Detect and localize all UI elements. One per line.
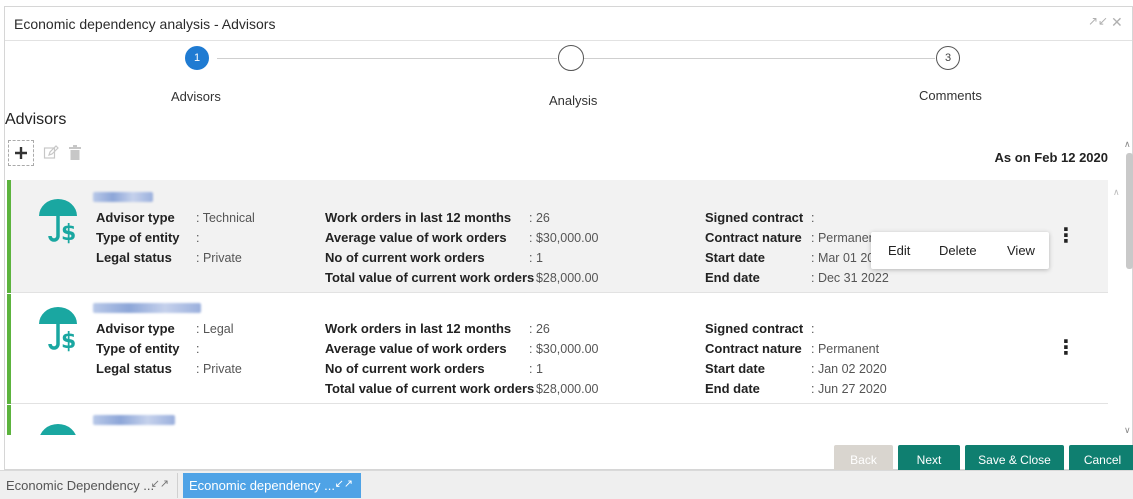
value-current-orders: : 1 (529, 251, 543, 265)
value-contract-nature: : Permanen (811, 231, 876, 245)
value-total-value: : $28,000.00 (529, 271, 599, 285)
label-current-orders: No of current work orders (325, 361, 485, 376)
expand-icon[interactable]: ↙↗ (335, 477, 353, 490)
label-total-value: Total value of current work orders (325, 381, 535, 396)
label-contract-nature: Contract nature (705, 230, 802, 245)
value-advisor-type: : Technical (196, 211, 255, 225)
taskbar-item-economic-dependency-active[interactable]: Economic dependency ... ↙↗ (183, 473, 361, 498)
label-advisor-type: Advisor type (96, 210, 175, 225)
value-start-date: : Mar 01 20 (811, 251, 875, 265)
plus-icon (15, 147, 27, 159)
scroll-up-icon[interactable]: ∧ (1124, 139, 1131, 150)
label-contract-nature: Contract nature (705, 341, 802, 356)
svg-text:$: $ (61, 221, 76, 244)
step-1-label: Advisors (171, 89, 221, 104)
label-avg-value: Average value of work orders (325, 341, 507, 356)
advisor-umbrella-icon: $ (39, 199, 77, 244)
advisor-umbrella-icon: $ (39, 307, 77, 352)
advisor-umbrella-icon (40, 424, 76, 435)
divider (11, 403, 1108, 404)
stepper: 1 3 Advisors Analysis Comments (5, 45, 1132, 108)
step-3-circle[interactable]: 3 (936, 46, 960, 70)
context-menu-edit[interactable]: Edit (888, 243, 910, 258)
step-3-label: Comments (919, 88, 982, 103)
value-signed-contract: : (811, 322, 815, 336)
step-1-circle[interactable]: 1 (185, 46, 209, 70)
label-total-value: Total value of current work orders (325, 270, 535, 285)
value-type-of-entity: : (196, 342, 200, 356)
close-icon[interactable]: ✕ (1111, 14, 1123, 31)
step-connector (583, 58, 935, 59)
taskbar: Economic Dependency ... ↙↗ Economic depe… (0, 470, 1133, 499)
advisor-name-redacted (93, 192, 153, 202)
delete-button[interactable] (62, 140, 88, 166)
context-menu-delete[interactable]: Delete (939, 243, 977, 258)
advisor-card[interactable]: $ Advisor type : Legal Type of entity : … (7, 294, 1108, 404)
context-menu-view[interactable]: View (1007, 243, 1035, 258)
value-advisor-type: : Legal (196, 322, 234, 336)
label-legal-status: Legal status (96, 250, 172, 265)
value-end-date: : Jun 27 2020 (811, 382, 887, 396)
edit-button[interactable] (38, 140, 64, 166)
step-connector (217, 58, 557, 59)
value-work-orders: : 26 (529, 211, 550, 225)
add-button[interactable] (8, 140, 34, 166)
value-start-date: : Jan 02 2020 (811, 362, 887, 376)
label-end-date: End date (705, 270, 760, 285)
value-signed-contract: : (811, 211, 815, 225)
label-end-date: End date (705, 381, 760, 396)
trash-icon (69, 145, 81, 160)
more-options-icon[interactable]: ⋮ (1056, 338, 1076, 358)
inner-scroll-up-icon[interactable]: ∧ (1113, 187, 1120, 198)
scroll-thumb[interactable] (1126, 153, 1133, 269)
expand-icon[interactable]: ↙↗ (151, 477, 169, 490)
advisor-list: $ Advisor type : Technical Type of entit… (7, 180, 1108, 435)
label-signed-contract: Signed contract (705, 321, 804, 336)
label-advisor-type: Advisor type (96, 321, 175, 336)
advisor-name-redacted (93, 415, 175, 425)
taskbar-item-label: Economic dependency ... (189, 478, 335, 493)
value-avg-value: : $30,000.00 (529, 342, 599, 356)
step-2-circle[interactable] (558, 45, 584, 71)
vertical-scrollbar[interactable]: ∧ ∨ (1123, 139, 1133, 439)
section-title: Advisors (5, 111, 67, 128)
more-options-icon[interactable]: ⋮ (1056, 226, 1076, 246)
svg-text:$: $ (61, 329, 76, 352)
as-on-date: As on Feb 12 2020 (994, 150, 1108, 165)
divider (11, 292, 1108, 293)
taskbar-item-economic-dependency[interactable]: Economic Dependency ... ↙↗ (0, 473, 178, 498)
step-2-label: Analysis (549, 93, 598, 108)
label-work-orders: Work orders in last 12 months (325, 210, 512, 225)
context-menu: Edit Delete View (871, 232, 1049, 269)
collapse-arrows-icon[interactable]: ↗↙ (1088, 14, 1108, 28)
label-signed-contract: Signed contract (705, 210, 804, 225)
taskbar-item-label: Economic Dependency ... (6, 478, 155, 493)
label-type-of-entity: Type of entity (96, 230, 180, 245)
advisor-name-redacted (93, 303, 201, 313)
scroll-down-icon[interactable]: ∨ (1124, 425, 1131, 436)
value-end-date: : Dec 31 2022 (811, 271, 889, 285)
window-title: Economic dependency analysis - Advisors (14, 16, 276, 32)
value-work-orders: : 26 (529, 322, 550, 336)
label-type-of-entity: Type of entity (96, 341, 180, 356)
label-legal-status: Legal status (96, 361, 172, 376)
value-total-value: : $28,000.00 (529, 382, 599, 396)
value-legal-status: : Private (196, 362, 242, 376)
value-contract-nature: : Permanent (811, 342, 880, 356)
label-avg-value: Average value of work orders (325, 230, 507, 245)
value-legal-status: : Private (196, 251, 242, 265)
title-bar: Economic dependency analysis - Advisors … (5, 7, 1132, 41)
label-work-orders: Work orders in last 12 months (325, 321, 512, 336)
value-avg-value: : $30,000.00 (529, 231, 599, 245)
value-type-of-entity: : (196, 231, 200, 245)
advisors-window: Economic dependency analysis - Advisors … (4, 6, 1133, 474)
label-current-orders: No of current work orders (325, 250, 485, 265)
label-start-date: Start date (705, 250, 765, 265)
value-current-orders: : 1 (529, 362, 543, 376)
edit-icon (43, 145, 59, 159)
advisor-card[interactable] (7, 405, 1108, 435)
label-start-date: Start date (705, 361, 765, 376)
